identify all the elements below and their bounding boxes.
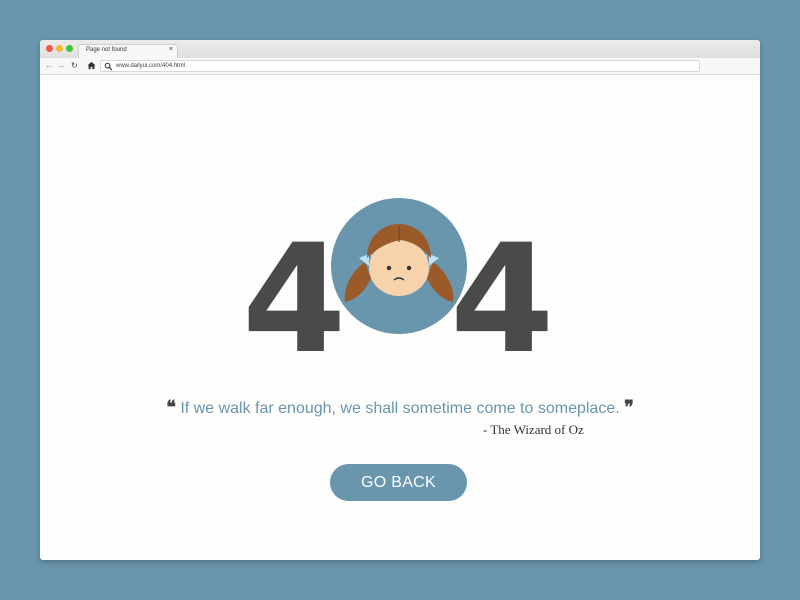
quote-text: If we walk far enough, we shall sometime… [180, 400, 620, 417]
page-content: 4 4 ❝ If we walk far enough, we shall so… [40, 75, 760, 560]
go-back-button[interactable]: GO BACK [330, 464, 467, 501]
right-eye [406, 265, 412, 271]
quote: ❝ If we walk far enough, we shall someti… [40, 397, 760, 418]
close-quote-icon: ❞ [624, 397, 634, 417]
browser-window: Page not found × ← → ↻ www.dailyui.com/4… [40, 40, 760, 560]
tab-close-icon[interactable]: × [169, 46, 173, 53]
left-eye [386, 265, 392, 271]
forward-arrow-icon[interactable]: → [57, 60, 65, 72]
open-quote-icon: ❝ [166, 397, 176, 417]
browser-tab[interactable]: Page not found × [78, 44, 178, 58]
search-icon [104, 62, 113, 71]
back-arrow-icon[interactable]: ← [45, 60, 53, 72]
maximize-window-button[interactable] [66, 45, 73, 52]
tab-title: Page not found [86, 47, 127, 53]
close-window-button[interactable] [46, 45, 53, 52]
title-bar: Page not found × [40, 40, 760, 58]
dorothy-illustration [331, 198, 467, 334]
quote-attribution: - The Wizard of Oz [483, 422, 584, 437]
home-icon[interactable] [87, 61, 96, 70]
url-text: www.dailyui.com/404.html [116, 63, 186, 69]
address-bar[interactable]: www.dailyui.com/404.html [100, 60, 700, 72]
browser-toolbar: ← → ↻ www.dailyui.com/404.html [40, 58, 760, 75]
reload-icon[interactable]: ↻ [71, 60, 78, 72]
minimize-window-button[interactable] [56, 45, 63, 52]
